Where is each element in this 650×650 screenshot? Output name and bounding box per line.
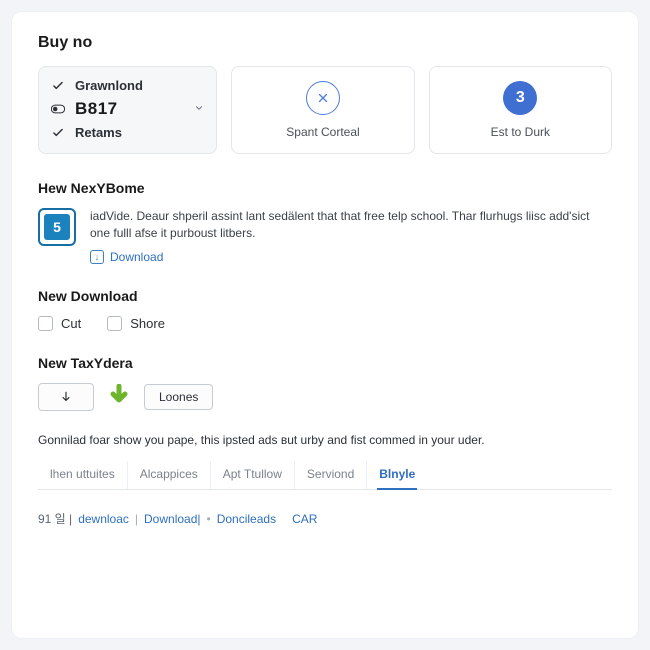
check-icon: [51, 126, 65, 140]
chevron-down-icon[interactable]: [194, 102, 204, 116]
checkbox-cut-label: Cut: [61, 316, 81, 331]
close-circle-icon: [306, 81, 340, 115]
step1-label1: Grawnlond: [75, 78, 143, 93]
thumb-letter: 5: [44, 214, 70, 240]
tab-bar: lhen uttuites Alcappices Apt Ttullow Ser…: [38, 461, 612, 490]
hew-body-text: iadVide. Deaur shperil assint lant sedäl…: [90, 208, 612, 266]
download-circle-icon: ↓: [90, 250, 104, 264]
green-arrow-icon: [110, 384, 128, 410]
doc-thumb-icon: 5: [38, 208, 76, 246]
description-text: Gonnilad foar show you pape, this ipsted…: [38, 433, 612, 447]
footer-link-1[interactable]: dewnloac: [78, 512, 129, 526]
tab-alcappices[interactable]: Alcappices: [128, 461, 211, 489]
newdl-heading: New Download: [38, 288, 612, 304]
checkbox-cut[interactable]: Cut: [38, 316, 81, 331]
step3-caption: Est to Durk: [491, 125, 550, 139]
hew-heading: Hew NexYBome: [38, 180, 612, 196]
footer-prefix: 91 일 |: [38, 510, 72, 527]
tax-row: Loones: [38, 383, 612, 411]
tab-blnyle[interactable]: Blnyle: [367, 461, 427, 489]
step-1[interactable]: Grawnlond B817 Retams: [38, 66, 217, 154]
tab-serviond[interactable]: Serviond: [295, 461, 367, 489]
step-3[interactable]: 3 Est to Durk: [429, 66, 612, 154]
footer-link-2[interactable]: Download|: [144, 512, 200, 526]
checkbox-icon: [38, 316, 53, 331]
checkbox-icon: [107, 316, 122, 331]
loones-button[interactable]: Loones: [144, 384, 213, 410]
checkbox-shore-label: Shore: [130, 316, 165, 331]
checkbox-row: Cut Shore: [38, 316, 612, 331]
hew-media: 5 iadVide. Deaur shperil assint lant sed…: [38, 208, 612, 266]
tab-uttuites[interactable]: lhen uttuites: [38, 461, 128, 489]
footer-link-4[interactable]: CAR: [292, 512, 317, 526]
check-icon: [51, 79, 65, 93]
step1-code: B817: [75, 99, 118, 119]
tax-heading: New TaxYdera: [38, 355, 612, 371]
step-2[interactable]: Spant Corteal: [231, 66, 414, 154]
steps-row: Grawnlond B817 Retams: [38, 66, 612, 154]
tab-apt[interactable]: Apt Ttullow: [211, 461, 295, 489]
step-number-badge: 3: [503, 81, 537, 115]
step2-caption: Spant Corteal: [286, 125, 359, 139]
hew-desc: iadVide. Deaur shperil assint lant sedäl…: [90, 209, 589, 240]
step1-label3: Retams: [75, 125, 122, 140]
main-card: Buy no Grawnlond B817: [12, 12, 638, 638]
footer-links: 91 일 | dewnloac | Download| • Doncileads…: [38, 510, 612, 527]
page-title: Buy no: [38, 34, 612, 52]
arrow-down-button[interactable]: [38, 383, 94, 411]
download-link[interactable]: Download: [110, 249, 163, 266]
toggle-icon: [51, 104, 65, 114]
checkbox-shore[interactable]: Shore: [107, 316, 165, 331]
footer-link-3[interactable]: Doncileads: [217, 512, 276, 526]
